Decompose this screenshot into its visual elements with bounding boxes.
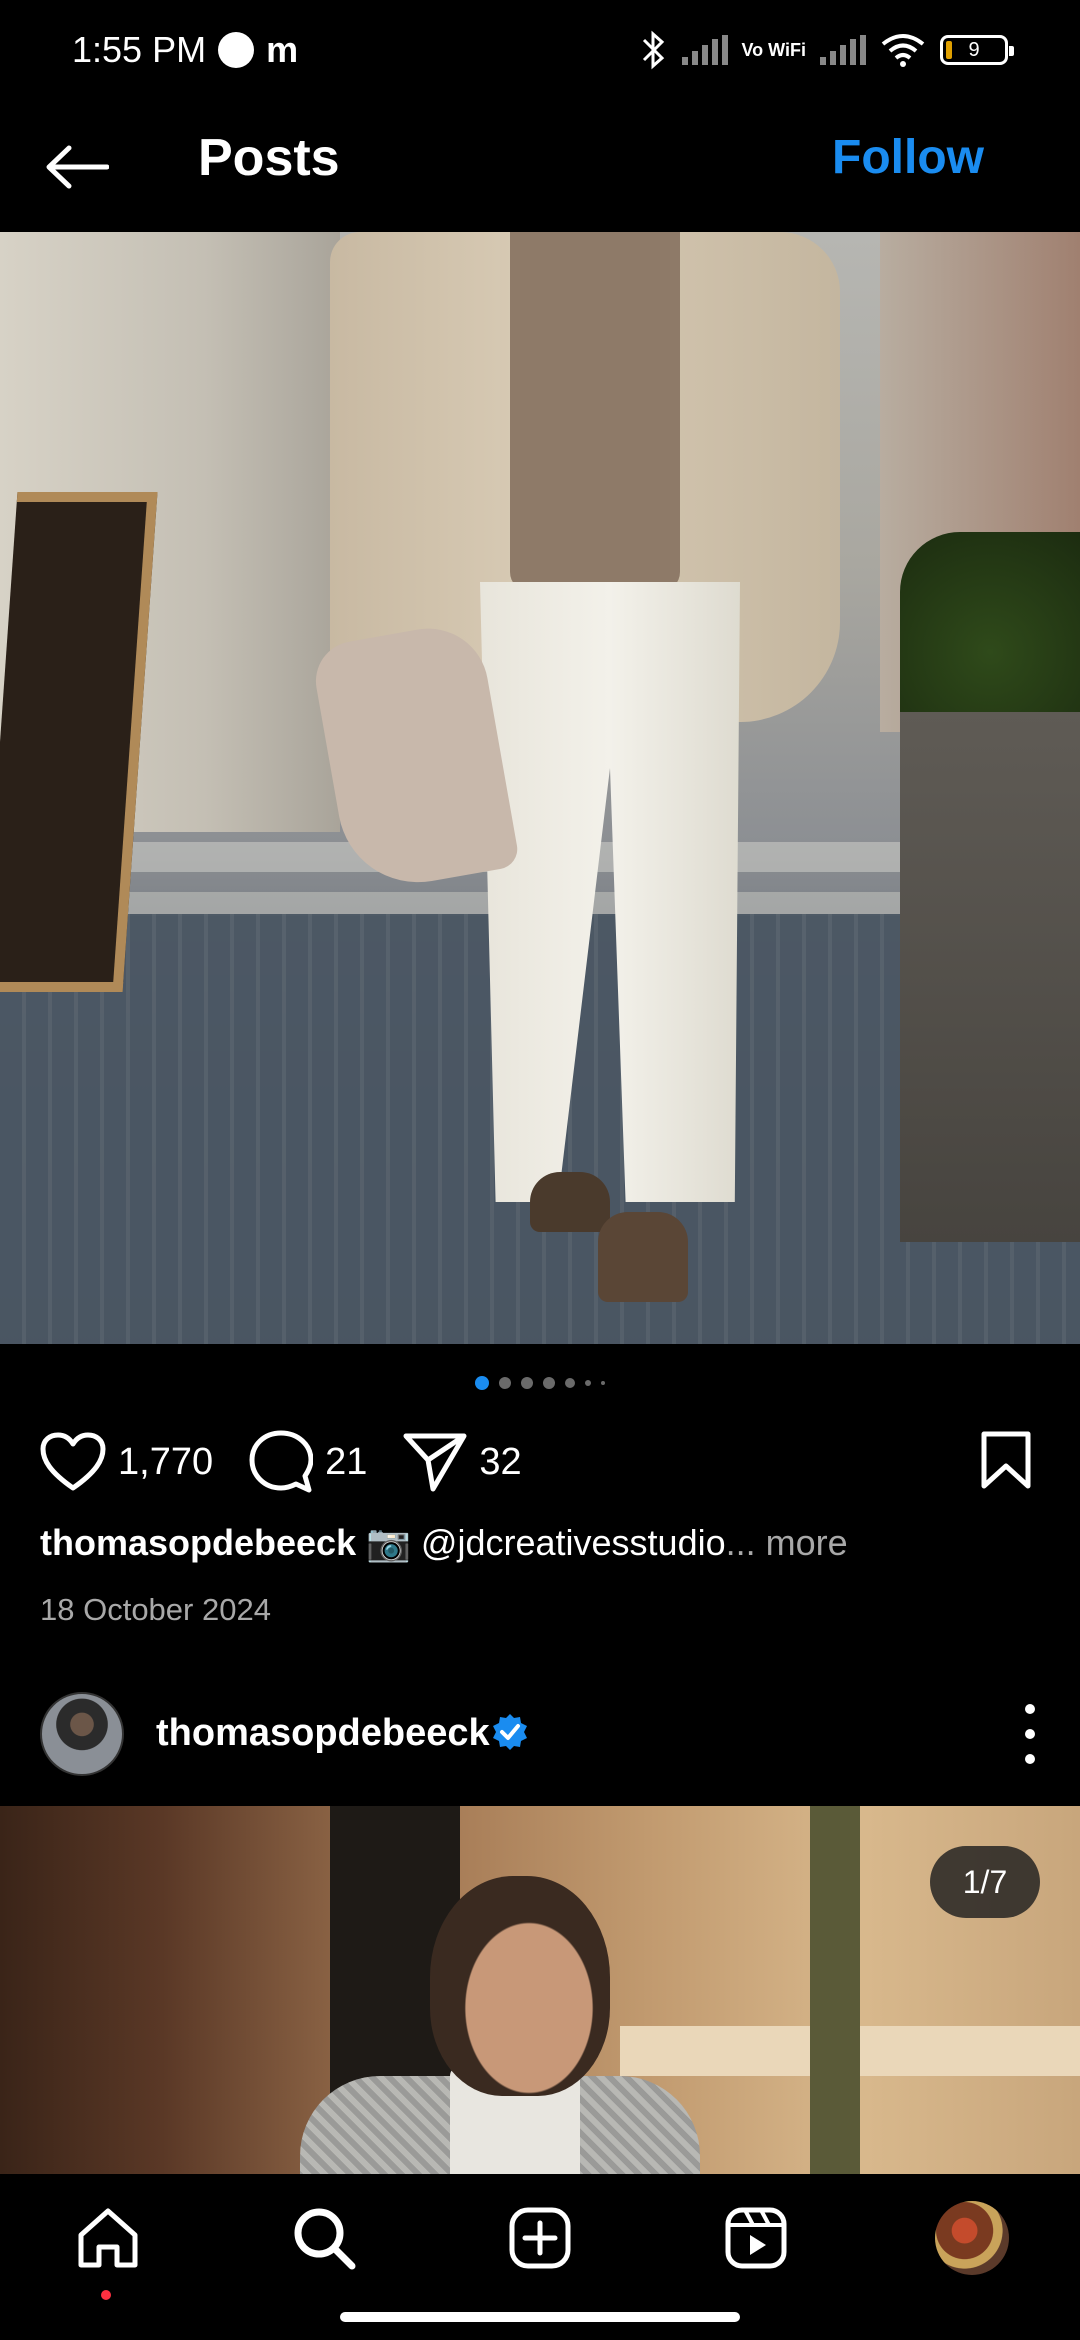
signal-bars-1-icon [681, 35, 728, 65]
share-count: 32 [479, 1440, 522, 1483]
post-date: 18 October 2024 [40, 1592, 271, 1627]
profile-avatar [935, 2201, 1009, 2275]
like-count: 1,770 [118, 1440, 214, 1483]
comment-count: 21 [325, 1440, 368, 1483]
carousel-dot [543, 1377, 555, 1389]
post2-image[interactable]: 1/7 [0, 1806, 1080, 2174]
carousel-dot [565, 1378, 575, 1388]
home-indicator[interactable] [340, 2312, 740, 2322]
post2-header: thomasopdebeeck [0, 1692, 1080, 1782]
photo-pants [480, 582, 740, 1202]
nav-profile[interactable] [932, 2198, 1012, 2278]
carousel-dot [601, 1381, 605, 1385]
verified-badge-icon [493, 1714, 527, 1750]
status-right: Vo WiFi 9 [640, 30, 1014, 70]
carousel-dot [499, 1377, 511, 1389]
share-button[interactable]: 32 [403, 1432, 522, 1492]
photo2-tree [810, 1806, 860, 2174]
heart-icon [40, 1432, 106, 1491]
comment-icon [249, 1430, 314, 1493]
photo-shoe-right [598, 1212, 688, 1302]
carousel-dot-active [475, 1376, 489, 1390]
photo-sweater [510, 232, 680, 592]
battery-icon: 9 [940, 35, 1014, 65]
nav-search[interactable] [284, 2198, 364, 2278]
home-icon [78, 2208, 138, 2268]
create-icon [509, 2207, 571, 2269]
post2-username[interactable]: thomasopdebeeck [156, 1712, 490, 1755]
post-image[interactable] [0, 232, 1080, 1344]
send-icon [403, 1433, 467, 1492]
bookmark-icon [981, 1431, 1031, 1489]
photo2-head [430, 1876, 610, 2096]
caption-username[interactable]: thomasopdebeeck [40, 1522, 356, 1563]
caption-text: 📷 @jdcreativesstudio [366, 1522, 726, 1563]
status-notification-dot-icon [218, 32, 255, 68]
nav-home[interactable] [68, 2198, 148, 2278]
photo-bush [900, 532, 1080, 732]
post-actions: 1,770 21 32 [40, 1420, 1040, 1504]
carousel-dots [0, 1376, 1080, 1390]
bluetooth-icon [642, 30, 664, 70]
save-button[interactable] [980, 1430, 1032, 1495]
status-left: 1:55 PM m [72, 29, 298, 71]
reels-icon [725, 2207, 787, 2269]
signal-bars-2-icon [820, 35, 866, 65]
page-title: Posts [198, 129, 340, 187]
posts-header: Posts Follow [0, 100, 1080, 232]
photo-shoe-left [530, 1172, 610, 1232]
back-button[interactable] [40, 130, 114, 204]
status-time: 1:55 PM [72, 29, 207, 70]
notification-dot-icon [101, 2290, 111, 2300]
like-button[interactable]: 1,770 [40, 1432, 213, 1492]
post-caption[interactable]: thomasopdebeeck 📷 @jdcreativesstudio... … [40, 1522, 1040, 1564]
nav-reels[interactable] [716, 2198, 796, 2278]
photo-man [309, 232, 850, 1344]
carousel-counter: 1/7 [930, 1846, 1040, 1918]
nav-create[interactable] [500, 2198, 580, 2278]
carousel-dot [521, 1377, 533, 1389]
caption-more[interactable]: ... more [726, 1522, 848, 1563]
more-options-icon[interactable] [1020, 1704, 1040, 1764]
status-bar: 1:55 PM m Vo WiFi 9 [0, 0, 1080, 100]
comment-button[interactable]: 21 [249, 1430, 367, 1494]
photo-planter [900, 712, 1080, 1242]
search-icon [294, 2208, 356, 2270]
wifi-icon [881, 34, 925, 67]
avatar[interactable] [40, 1692, 124, 1776]
follow-button[interactable]: Follow [832, 130, 984, 185]
battery-level: 9 [968, 38, 980, 61]
arrow-left-icon [46, 145, 109, 189]
carousel-dot [585, 1380, 591, 1386]
vowifi-icon: Vo WiFi [741, 40, 807, 60]
status-carrier-icon: m [266, 29, 299, 70]
